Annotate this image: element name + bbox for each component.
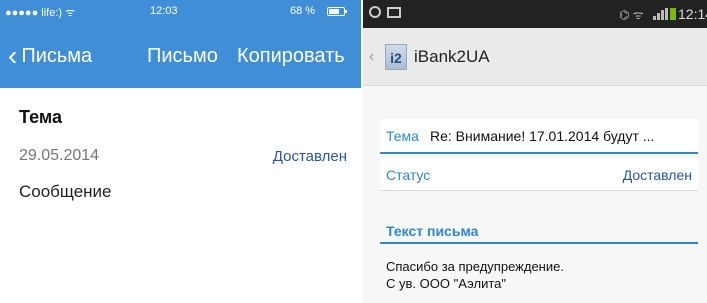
subject-field[interactable]: Тема Re: Внимание! 17.01.2014 будут ... (380, 119, 698, 154)
app-logo: i2 (385, 44, 407, 70)
status-label: Статус (386, 167, 431, 183)
section-header: Текст письма (380, 220, 698, 244)
ios-nav-bar: ‹ Письма Письмо Копировать (0, 22, 361, 88)
android-screen: ⌬ ᯤ 12:14 ‹ i2 iBank2UA Тема Re: Внимани… (363, 0, 707, 303)
message-label: Сообщение (19, 182, 112, 201)
android-status-bar: ⌬ ᯤ 12:14 (363, 0, 707, 28)
carrier-signal: ●●●●● life:) ᯤ (5, 7, 76, 19)
status-time: 12:14 (678, 6, 707, 22)
subject-label: Тема (386, 128, 419, 144)
battery-icon (327, 7, 347, 16)
battery-icon (670, 8, 676, 20)
body-line: Спасибо за предупреждение. (386, 259, 564, 274)
status-badge: Доставлен (272, 148, 347, 165)
action-bar: ‹ i2 iBank2UA (363, 28, 707, 86)
battery-percent: 68 % (290, 5, 316, 17)
status-badge: Доставлен (622, 167, 692, 183)
chevron-left-icon: ‹ (8, 40, 18, 71)
signal-icon (653, 8, 668, 20)
status-field: Статус Доставлен (380, 158, 698, 191)
image-icon (387, 6, 401, 18)
ios-status-bar: ●●●●● life:) ᯤ 12:03 68 % (0, 0, 361, 22)
section-title: Текст письма (386, 223, 479, 239)
message-body: Спасибо за предупреждение. С ув. ООО "Аэ… (386, 258, 564, 292)
copy-button[interactable]: Копировать (237, 45, 345, 68)
body-line: С ув. ООО "Аэлита" (386, 276, 506, 291)
system-icons: ⌬ ᯤ (619, 8, 644, 22)
up-navigation-icon[interactable]: ‹ (369, 48, 374, 66)
sync-icon (369, 6, 381, 18)
back-label: Письма (21, 44, 93, 67)
app-title: iBank2UA (414, 47, 490, 66)
notification-icons (369, 6, 401, 18)
subject-value: Re: Внимание! 17.01.2014 будут ... (430, 128, 655, 144)
page-title: Письмо (147, 45, 218, 67)
message-date: 29.05.2014 (19, 147, 100, 164)
back-button[interactable]: ‹ Письма (8, 41, 92, 71)
status-time: 12:03 (150, 5, 178, 17)
ios-screen: ●●●●● life:) ᯤ 12:03 68 % ‹ Письма Письм… (0, 0, 361, 303)
subject-label: Тема (19, 107, 62, 127)
